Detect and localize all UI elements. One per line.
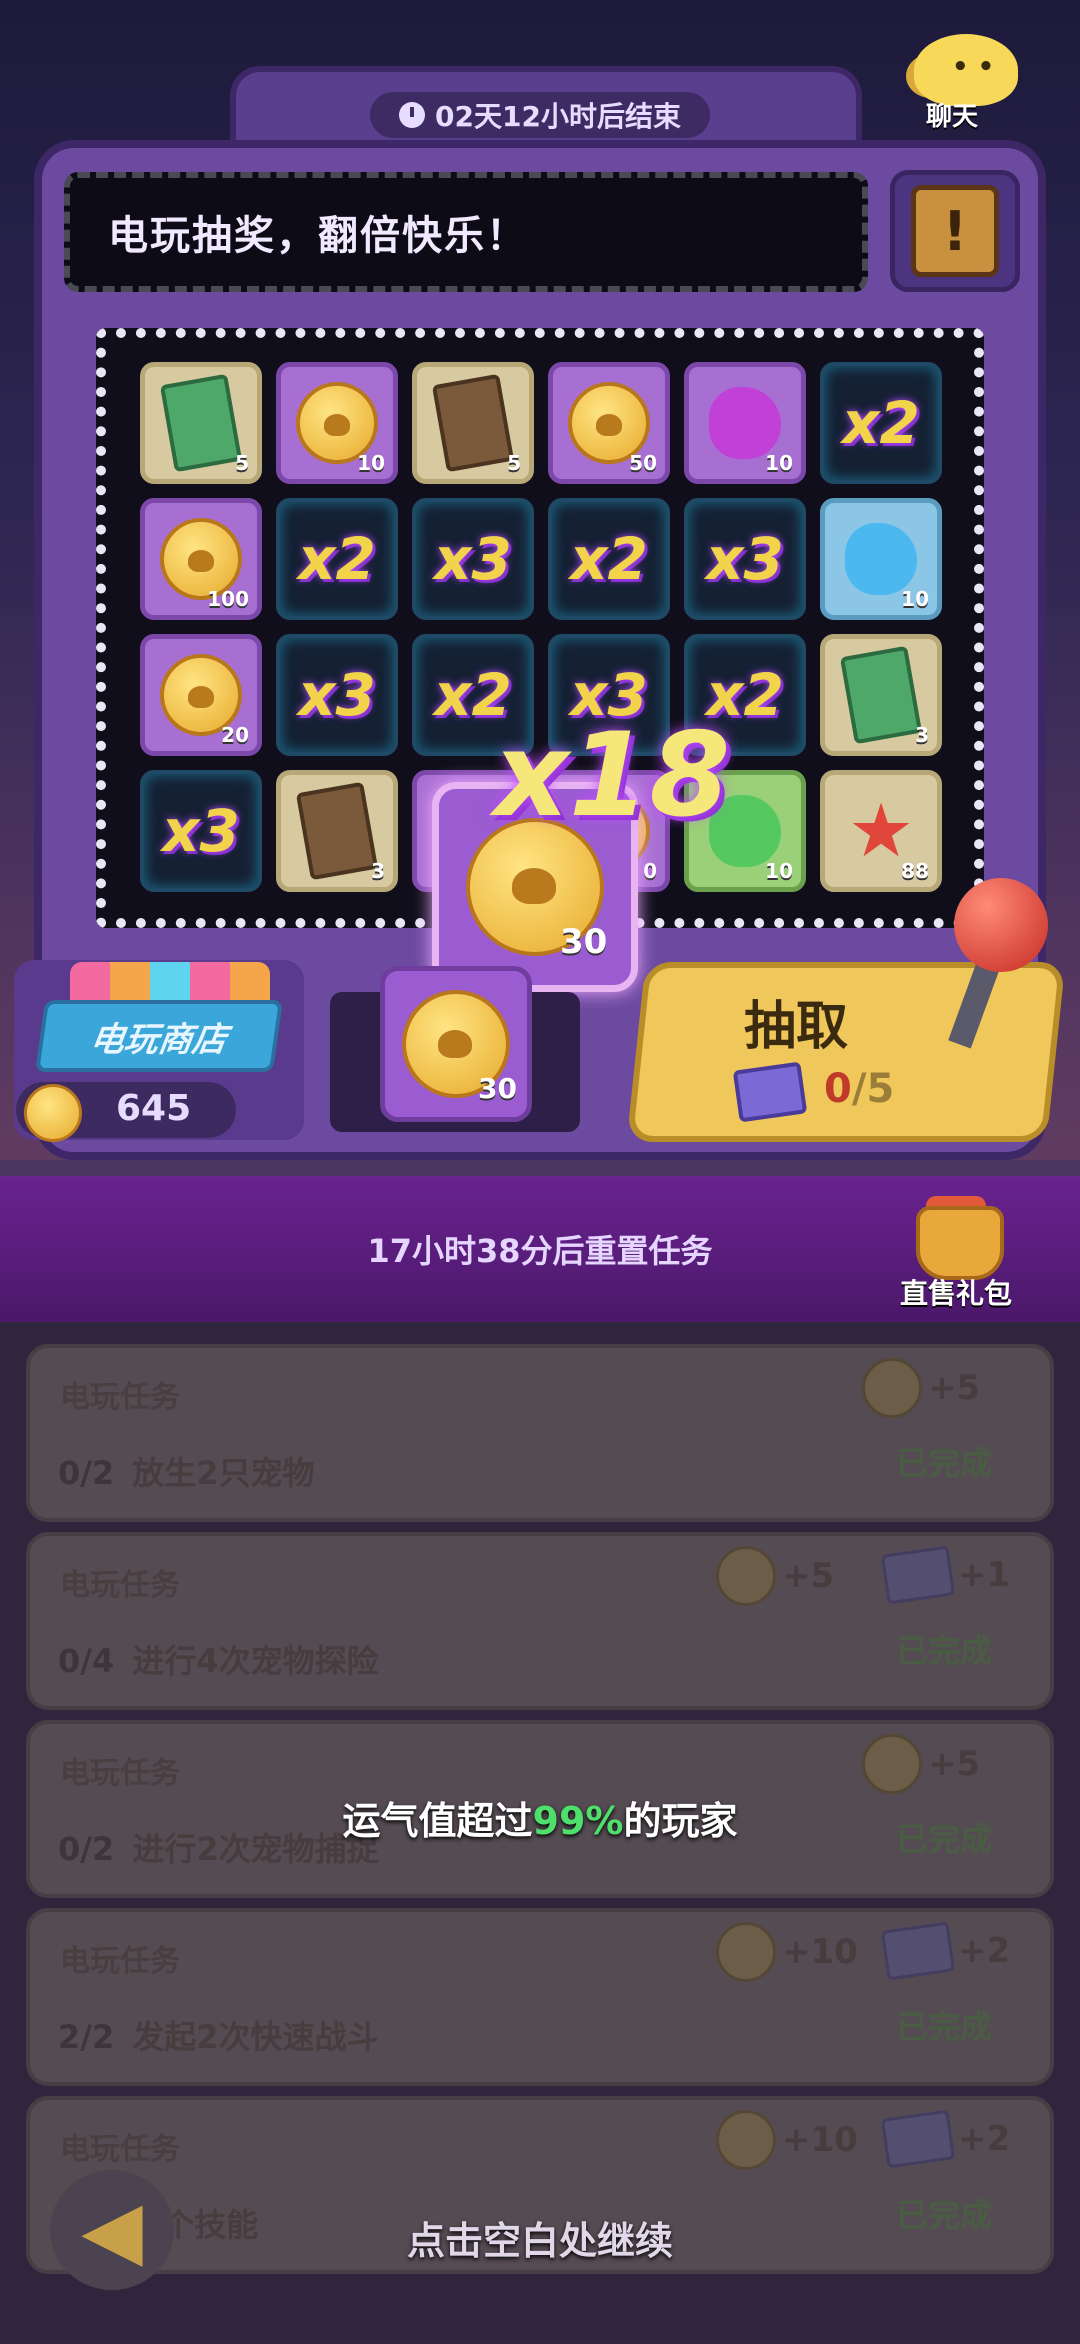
luck-suffix: 的玩家 xyxy=(623,1799,738,1843)
multiplier-cell: x2 xyxy=(820,362,942,484)
luck-message: 运气值超过99%的玩家 xyxy=(0,1790,1080,1845)
prize-count: 5 xyxy=(507,451,521,475)
luck-percent: 99% xyxy=(532,1799,624,1843)
draw-ticket-count: 0/5 xyxy=(824,1066,894,1112)
back-button[interactable]: ◀ xyxy=(50,2170,174,2290)
game-ticket-icon xyxy=(732,1061,808,1123)
blue-potion-icon xyxy=(845,523,917,595)
prize-cell: 50 xyxy=(548,362,670,484)
multiplier-cell: x3 xyxy=(276,634,398,756)
green-ticket-icon xyxy=(839,645,923,745)
multiplier-label: x2 xyxy=(298,525,376,593)
brown-ticket-icon xyxy=(295,781,379,881)
event-timer: 02天12小时后结束 xyxy=(370,92,710,138)
joystick-knob[interactable] xyxy=(954,878,1048,972)
reward-multiplier: x18 xyxy=(494,708,731,843)
clock-icon xyxy=(399,102,426,128)
gift-bag-icon[interactable] xyxy=(916,1206,1004,1280)
event-timer-text: 02天12小时后结束 xyxy=(435,100,681,133)
multiplier-cell: x3 xyxy=(412,498,534,620)
multiplier-label: x2 xyxy=(570,525,648,593)
rules-scroll-icon: ! xyxy=(911,185,999,277)
draw-ticket-current: 0 xyxy=(824,1066,852,1112)
prize-count: 10 xyxy=(357,451,385,475)
chat-label[interactable]: 聊天 xyxy=(926,96,978,133)
reward-count: 30 xyxy=(560,922,608,962)
prize-count: 5 xyxy=(235,451,249,475)
multiplier-cell: x2 xyxy=(276,498,398,620)
coin-balance-value: 645 xyxy=(116,1088,192,1129)
brown-ticket-icon xyxy=(431,373,515,473)
gift-pack-label[interactable]: 直售礼包 xyxy=(900,1272,1012,1312)
prize-cell: 100 xyxy=(140,498,262,620)
draw-button-label[interactable]: 抽取 xyxy=(744,984,848,1059)
green-ticket-icon xyxy=(159,373,243,473)
prize-count: 3 xyxy=(915,723,929,747)
prize-cell: 20 xyxy=(140,634,262,756)
prize-count: 20 xyxy=(221,723,249,747)
multiplier-cell: x3 xyxy=(684,498,806,620)
multiplier-label: x3 xyxy=(434,525,512,593)
multiplier-label: x3 xyxy=(298,661,376,729)
multiplier-cell: x3 xyxy=(140,770,262,892)
starfish-icon: ★ xyxy=(847,788,915,874)
purple-potion-icon xyxy=(709,387,781,459)
slot-reward-count: 30 xyxy=(478,1072,517,1105)
prize-cell: ★ 88 xyxy=(820,770,942,892)
prize-cell: 5 xyxy=(412,362,534,484)
prize-cell: 10 xyxy=(276,362,398,484)
multiplier-label: x3 xyxy=(706,525,784,593)
back-arrow-icon: ◀ xyxy=(81,2183,143,2276)
prize-count: 10 xyxy=(901,587,929,611)
prize-cell: 10 xyxy=(684,362,806,484)
marquee-text: 电玩抽奖，翻倍快乐！ xyxy=(108,213,528,259)
prize-count: 50 xyxy=(629,451,657,475)
rules-button[interactable]: ! xyxy=(890,170,1020,292)
paw-coin-icon xyxy=(24,1084,82,1142)
multiplier-label: x2 xyxy=(842,389,920,457)
prize-count: 88 xyxy=(901,859,929,883)
prize-count: 10 xyxy=(765,859,793,883)
draw-ticket-total: /5 xyxy=(851,1066,895,1112)
prize-count: 10 xyxy=(765,451,793,475)
prize-cell: 5 xyxy=(140,362,262,484)
prize-cell: 10 xyxy=(820,498,942,620)
shop-button[interactable]: 电玩商店 xyxy=(34,1000,284,1072)
luck-prefix: 运气值超过 xyxy=(342,1799,533,1843)
chat-face-icon: • • xyxy=(952,52,995,82)
prize-count: 100 xyxy=(207,587,249,611)
prize-count: 0 xyxy=(643,859,657,883)
prize-count: 3 xyxy=(371,859,385,883)
multiplier-cell: x2 xyxy=(548,498,670,620)
prize-cell: 3 xyxy=(276,770,398,892)
multiplier-label: x3 xyxy=(162,797,240,865)
prize-cell: 3 xyxy=(820,634,942,756)
